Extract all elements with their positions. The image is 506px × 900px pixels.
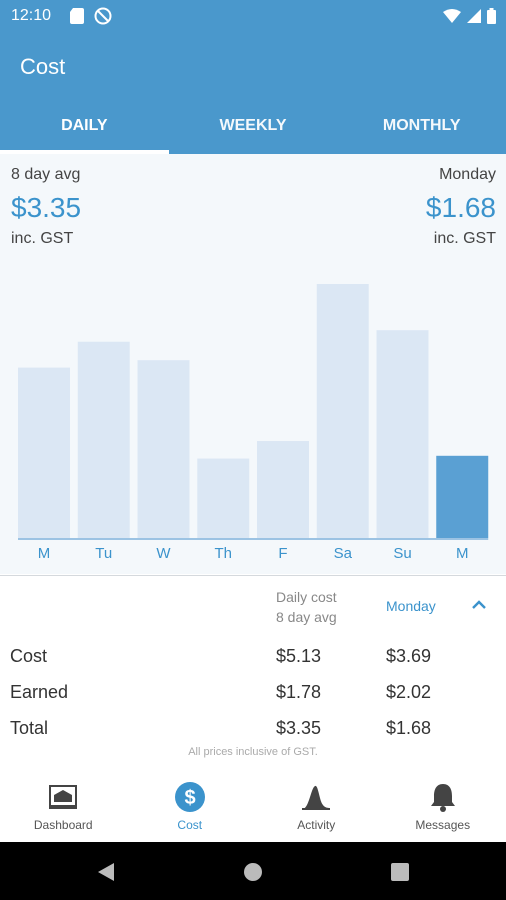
daily-cost-header-line1: Daily cost — [276, 589, 337, 605]
daily-cost-chart: M Tu W Th F Sa Su M — [18, 284, 489, 562]
chart-bar-th-3[interactable] — [197, 458, 250, 538]
system-navigation-bar — [0, 842, 506, 900]
row-label: Total — [10, 718, 49, 738]
chart-tick-label: Su — [393, 545, 411, 562]
chart-tick-label: W — [156, 545, 171, 562]
day-value: $1.68 — [425, 192, 496, 223]
chart-bar-sa-5[interactable] — [316, 284, 369, 538]
nav-activity-label: Activity — [297, 818, 336, 832]
tab-weekly[interactable]: WEEKLY — [169, 106, 338, 154]
nav-activity[interactable]: Activity — [253, 772, 380, 842]
daily-cost-header-line2: 8 day avg — [276, 609, 337, 625]
chart-tick-label: Tu — [95, 545, 112, 562]
status-time: 12:10 — [11, 7, 52, 24]
dollar-icon: $ — [173, 780, 207, 814]
row-avg-value: $5.13 — [276, 646, 322, 666]
avg-caption: 8 day avg — [11, 166, 81, 183]
avg-value: $3.35 — [11, 192, 82, 223]
chart-bar-f-4[interactable] — [257, 441, 309, 538]
gst-footnote: All prices inclusive of GST. — [188, 746, 318, 758]
battery-icon — [487, 8, 496, 29]
sd-card-icon — [70, 8, 84, 29]
svg-text:$: $ — [184, 787, 195, 809]
chart-tick-label: Th — [214, 545, 232, 562]
row-label: Earned — [10, 682, 69, 702]
day-gst-note: inc. GST — [433, 230, 496, 247]
avg-summary: 8 day avg $3.35 inc. GST — [11, 166, 81, 248]
chart-tick-label: M — [456, 545, 469, 562]
nav-messages-label: Messages — [415, 818, 471, 832]
chart-bar-tu-1[interactable] — [77, 341, 130, 538]
bottom-navigation: Dashboard $ Cost Activity Messages — [0, 772, 506, 842]
row-monday-value: $3.69 — [386, 646, 432, 666]
activity-icon — [299, 780, 333, 814]
chevron-up-icon[interactable] — [468, 594, 490, 616]
chart-tick-label: M — [38, 545, 51, 562]
back-icon[interactable] — [96, 862, 116, 887]
do-not-disturb-icon — [94, 7, 112, 30]
row-avg-value: $1.78 — [276, 682, 322, 702]
chart-bar-m-7[interactable] — [436, 455, 489, 538]
cost-table: Daily cost 8 day avg Monday Cost $5.13 $… — [0, 576, 506, 772]
daily-cost-header: Daily cost 8 day avg — [276, 587, 337, 627]
home-icon[interactable] — [243, 862, 263, 887]
nav-cost-label: Cost — [177, 818, 203, 832]
row-monday-value: $2.02 — [386, 682, 432, 702]
recents-icon[interactable] — [390, 862, 410, 887]
row-avg-value: $3.35 — [276, 718, 322, 738]
dashboard-icon — [46, 780, 80, 814]
row-monday-value: $1.68 — [386, 718, 432, 738]
day-summary: Monday $1.68 inc. GST — [426, 166, 496, 248]
tab-bar: DAILY WEEKLY MONTHLY — [0, 106, 506, 154]
nav-dashboard-label: Dashboard — [33, 818, 93, 832]
nav-messages[interactable]: Messages — [380, 772, 506, 842]
chart-bar-su-6[interactable] — [376, 330, 429, 538]
bell-icon — [426, 780, 460, 814]
avg-gst-note: inc. GST — [11, 230, 74, 247]
app-bar: Cost DAILY WEEKLY MONTHLY — [0, 32, 506, 154]
nav-dashboard[interactable]: Dashboard — [0, 772, 127, 842]
chart-bar-m-0[interactable] — [18, 367, 70, 538]
chart-tick-label: Sa — [334, 545, 353, 562]
day-caption: Monday — [439, 166, 496, 183]
table-row: Cost $5.13 $3.69 — [0, 646, 506, 682]
page-title: Cost — [20, 54, 66, 79]
wifi-icon — [443, 9, 461, 28]
monday-column-header[interactable]: Monday — [386, 598, 436, 614]
nav-cost[interactable]: $ Cost — [127, 772, 254, 842]
status-bar: 12:10 — [0, 0, 506, 32]
tab-monthly[interactable]: MONTHLY — [337, 106, 506, 154]
chart-bar-w-2[interactable] — [137, 360, 190, 538]
chart-tick-label: F — [278, 545, 287, 562]
table-row: Earned $1.78 $2.02 — [0, 682, 506, 718]
signal-icon — [467, 9, 481, 28]
tab-daily[interactable]: DAILY — [0, 106, 169, 154]
row-label: Cost — [10, 646, 48, 666]
